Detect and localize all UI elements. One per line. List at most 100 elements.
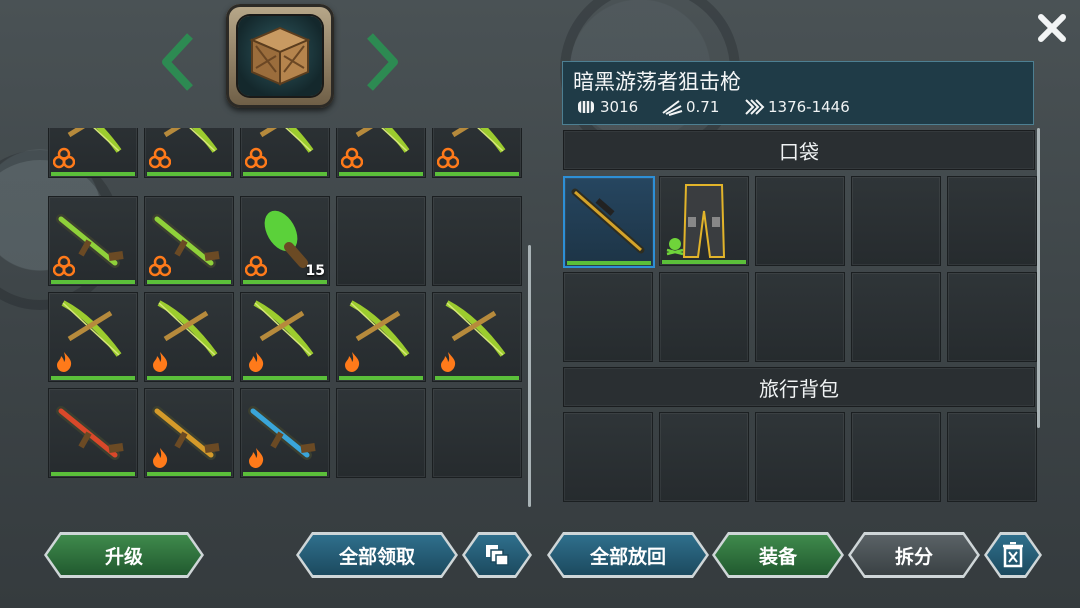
biohazard-icon (53, 255, 75, 277)
backpack-section-label: 旅行背包 (759, 376, 839, 401)
durability-bar (147, 376, 231, 380)
pocket-slot[interactable] (755, 176, 845, 266)
inventory-slot[interactable] (144, 292, 234, 382)
item-detail-panel: 暗黑游荡者狙击枪 3016 0.71 1376-1446 (562, 61, 1034, 125)
fire-icon (153, 352, 168, 372)
durability-bar (51, 376, 135, 380)
biohazard-icon (149, 147, 171, 169)
pocket-slot[interactable] (659, 272, 749, 362)
equip-button[interactable]: 装备 (715, 535, 841, 575)
inventory-slot[interactable] (240, 128, 330, 178)
damage-stat: 3016 (575, 97, 638, 117)
inventory-slot[interactable] (432, 128, 522, 178)
inventory-slot[interactable] (432, 292, 522, 382)
damage-value: 3016 (600, 98, 639, 116)
durability-bar (147, 280, 231, 284)
inventory-slot[interactable] (144, 388, 234, 478)
toxic-skull-icon (666, 238, 684, 256)
storage-scrollbar[interactable] (1037, 128, 1040, 428)
durability-bar (147, 472, 231, 476)
durability-bar (51, 172, 135, 176)
inventory-slot[interactable] (144, 128, 234, 178)
inventory-grid: 15 (46, 128, 526, 480)
durability-bar (51, 280, 135, 284)
inventory-slot[interactable] (144, 196, 234, 286)
fire-icon (345, 352, 360, 372)
fire-icon (153, 448, 168, 468)
item-quantity: 15 (305, 263, 325, 279)
red-rifle-icon (56, 406, 124, 460)
durability-bar (147, 172, 231, 176)
biohazard-icon (437, 147, 459, 169)
pocket-slot[interactable] (659, 176, 749, 266)
backpack-slot[interactable] (947, 412, 1037, 502)
backpack-slot[interactable] (755, 412, 845, 502)
range-stat: 1376-1446 (743, 97, 850, 117)
backpack-slot[interactable] (851, 412, 941, 502)
inventory-slot[interactable] (48, 196, 138, 286)
inventory-slot[interactable]: 15 (240, 196, 330, 286)
pocket-slot[interactable] (563, 176, 655, 268)
inventory-slot[interactable] (432, 196, 522, 286)
previous-arrow-button[interactable] (160, 32, 196, 92)
inventory-slot[interactable] (336, 388, 426, 478)
durability-bar (435, 376, 519, 380)
biohazard-icon (245, 255, 267, 277)
stack-layers-icon (484, 543, 510, 567)
fire-icon (249, 352, 264, 372)
speed-wings-icon (662, 100, 683, 116)
pocket-slot[interactable] (851, 272, 941, 362)
upgrade-button[interactable]: 升级 (47, 535, 201, 575)
inventory-slot[interactable] (336, 196, 426, 286)
backpack-slot[interactable] (659, 412, 749, 502)
biohazard-icon (149, 255, 171, 277)
inventory-slot[interactable] (48, 388, 138, 478)
range-value: 1376-1446 (768, 98, 850, 116)
fire-icon (441, 352, 456, 372)
durability-bar (243, 472, 327, 476)
pocket-section-header: 口袋 (563, 130, 1035, 170)
trash-icon (1002, 542, 1024, 568)
durability-bar (435, 172, 519, 176)
pocket-slot[interactable] (851, 176, 941, 266)
pocket-slot[interactable] (563, 272, 653, 362)
next-arrow-button[interactable] (364, 32, 400, 92)
durability-bar (339, 376, 423, 380)
backpack-section-header: 旅行背包 (563, 367, 1035, 407)
pocket-slot[interactable] (947, 272, 1037, 362)
pocket-slot[interactable] (755, 272, 845, 362)
speed-stat: 0.71 (661, 97, 719, 117)
durability-bar (243, 376, 327, 380)
durability-bar (51, 472, 135, 476)
fire-icon (57, 352, 72, 372)
inventory-slot[interactable] (48, 128, 138, 178)
close-icon[interactable] (1036, 12, 1068, 44)
durability-bar (339, 172, 423, 176)
return-all-button[interactable]: 全部放回 (550, 535, 706, 575)
inventory-slot[interactable] (240, 388, 330, 478)
pocket-section-label: 口袋 (779, 139, 819, 164)
inventory-slot[interactable] (240, 292, 330, 382)
backpack-slot[interactable] (563, 412, 653, 502)
inventory-scrollbar[interactable] (528, 245, 531, 507)
pocket-slot[interactable] (947, 176, 1037, 266)
inventory-slot[interactable] (432, 388, 522, 478)
biohazard-icon (53, 147, 75, 169)
inventory-slot[interactable] (336, 128, 426, 178)
claim-all-button[interactable]: 全部领取 (299, 535, 455, 575)
biohazard-icon (341, 147, 363, 169)
durability-bar (243, 172, 327, 176)
chest-display (226, 4, 334, 108)
range-icon (745, 99, 765, 115)
durability-bar (662, 260, 746, 264)
biohazard-icon (245, 147, 267, 169)
fist-icon (578, 101, 594, 113)
wooden-crate-icon (249, 26, 311, 86)
durability-bar (243, 280, 327, 284)
disassemble-button[interactable]: 拆分 (851, 535, 977, 575)
sniper-rifle-icon (571, 188, 645, 254)
inventory-slot[interactable] (336, 292, 426, 382)
item-name: 暗黑游荡者狙击枪 (573, 70, 741, 94)
inventory-slot[interactable] (48, 292, 138, 382)
durability-bar (567, 261, 651, 265)
